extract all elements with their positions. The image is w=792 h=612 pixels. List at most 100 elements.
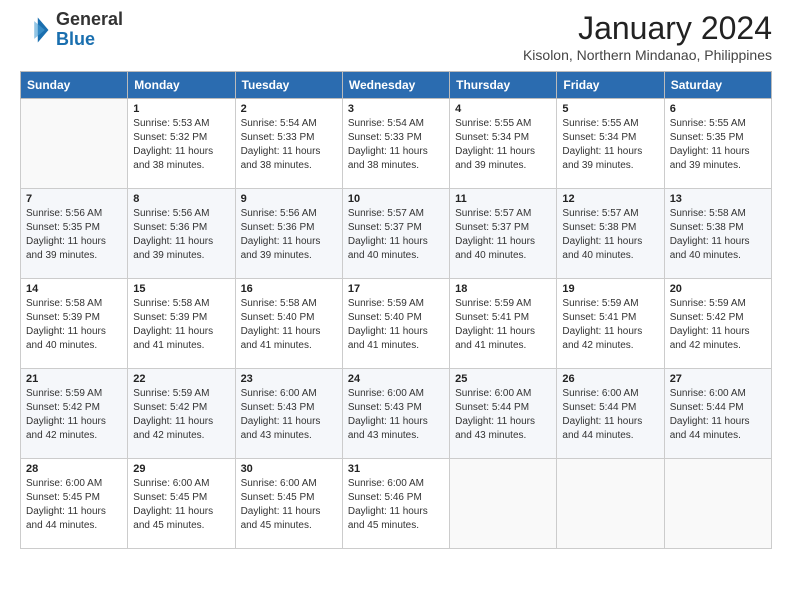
day-info: Sunrise: 5:58 AMSunset: 5:39 PMDaylight:… <box>26 297 122 353</box>
day-number: 17 <box>348 283 444 295</box>
day-number: 5 <box>562 103 658 115</box>
day-info: Sunrise: 5:59 AMSunset: 5:42 PMDaylight:… <box>26 387 122 443</box>
day-info: Sunrise: 5:59 AMSunset: 5:42 PMDaylight:… <box>133 387 229 443</box>
calendar-cell <box>557 459 664 549</box>
day-number: 14 <box>26 283 122 295</box>
day-number: 9 <box>241 193 337 205</box>
calendar-cell: 13Sunrise: 5:58 AMSunset: 5:38 PMDayligh… <box>664 189 771 279</box>
day-info: Sunrise: 6:00 AMSunset: 5:46 PMDaylight:… <box>348 477 444 533</box>
day-number: 10 <box>348 193 444 205</box>
day-number: 26 <box>562 373 658 385</box>
calendar-cell <box>21 99 128 189</box>
calendar-table: SundayMondayTuesdayWednesdayThursdayFrid… <box>20 71 772 549</box>
day-info: Sunrise: 5:56 AMSunset: 5:36 PMDaylight:… <box>133 207 229 263</box>
logo: General Blue <box>20 10 123 50</box>
calendar-cell: 31 Sunrise: 6:00 AMSunset: 5:46 PMDayligh… <box>342 459 449 549</box>
calendar-cell: 3 Sunrise: 5:54 AMSunset: 5:33 PMDaylight… <box>342 99 449 189</box>
day-info: Sunrise: 6:00 AMSunset: 5:45 PMDaylight:… <box>133 477 229 533</box>
weekday-header: Wednesday <box>342 72 449 99</box>
calendar-cell: 15 Sunrise: 5:58 AMSunset: 5:39 PMDayligh… <box>128 279 235 369</box>
day-info: Sunrise: 5:57 AMSunset: 5:37 PMDaylight:… <box>348 207 444 263</box>
day-number: 6 <box>670 103 766 115</box>
calendar-week-row: 28 Sunrise: 6:00 AMSunset: 5:45 PMDayligh… <box>21 459 772 549</box>
calendar-cell: 29 Sunrise: 6:00 AMSunset: 5:45 PMDayligh… <box>128 459 235 549</box>
calendar-cell: 5 Sunrise: 5:55 AMSunset: 5:34 PMDaylight… <box>557 99 664 189</box>
calendar-cell: 26 Sunrise: 6:00 AMSunset: 5:44 PMDayligh… <box>557 369 664 459</box>
weekday-header: Thursday <box>450 72 557 99</box>
weekday-header: Tuesday <box>235 72 342 99</box>
day-info: Sunrise: 5:57 AMSunset: 5:38 PMDaylight:… <box>562 207 658 263</box>
day-number: 16 <box>241 283 337 295</box>
day-number: 21 <box>26 373 122 385</box>
title-block: January 2024 Kisolon, Northern Mindanao,… <box>523 10 772 63</box>
day-number: 3 <box>348 103 444 115</box>
calendar-cell: 21 Sunrise: 5:59 AMSunset: 5:42 PMDayligh… <box>21 369 128 459</box>
calendar-cell: 9 Sunrise: 5:56 AMSunset: 5:36 PMDaylight… <box>235 189 342 279</box>
day-info: Sunrise: 5:59 AMSunset: 5:41 PMDaylight:… <box>562 297 658 353</box>
calendar-week-row: 21 Sunrise: 5:59 AMSunset: 5:42 PMDayligh… <box>21 369 772 459</box>
logo-text: General Blue <box>56 10 123 50</box>
day-info: Sunrise: 6:00 AMSunset: 5:45 PMDaylight:… <box>26 477 122 533</box>
day-info: Sunrise: 5:53 AMSunset: 5:32 PMDaylight:… <box>133 117 229 173</box>
day-info: Sunrise: 5:58 AMSunset: 5:39 PMDaylight:… <box>133 297 229 353</box>
day-info: Sunrise: 5:56 AMSunset: 5:36 PMDaylight:… <box>241 207 337 263</box>
day-info: Sunrise: 5:55 AMSunset: 5:34 PMDaylight:… <box>562 117 658 173</box>
day-number: 15 <box>133 283 229 295</box>
calendar-cell: 22 Sunrise: 5:59 AMSunset: 5:42 PMDayligh… <box>128 369 235 459</box>
calendar-cell: 6 Sunrise: 5:55 AMSunset: 5:35 PMDaylight… <box>664 99 771 189</box>
day-number: 28 <box>26 463 122 475</box>
day-info: Sunrise: 5:54 AMSunset: 5:33 PMDaylight:… <box>241 117 337 173</box>
page-header: General Blue January 2024 Kisolon, North… <box>20 10 772 63</box>
weekday-header: Sunday <box>21 72 128 99</box>
day-number: 7 <box>26 193 122 205</box>
calendar-cell: 27Sunrise: 6:00 AMSunset: 5:44 PMDayligh… <box>664 369 771 459</box>
day-number: 2 <box>241 103 337 115</box>
calendar-cell: 10 Sunrise: 5:57 AMSunset: 5:37 PMDayligh… <box>342 189 449 279</box>
logo-blue: Blue <box>56 30 123 50</box>
day-number: 22 <box>133 373 229 385</box>
day-number: 18 <box>455 283 551 295</box>
day-info: Sunrise: 6:00 AMSunset: 5:44 PMDaylight:… <box>670 387 766 443</box>
weekday-header: Friday <box>557 72 664 99</box>
logo-icon <box>20 14 52 46</box>
weekday-header: Saturday <box>664 72 771 99</box>
day-number: 23 <box>241 373 337 385</box>
calendar-cell: 4Sunrise: 5:55 AMSunset: 5:34 PMDaylight… <box>450 99 557 189</box>
calendar-cell: 8Sunrise: 5:56 AMSunset: 5:36 PMDaylight… <box>128 189 235 279</box>
day-info: Sunrise: 5:55 AMSunset: 5:34 PMDaylight:… <box>455 117 551 173</box>
day-number: 19 <box>562 283 658 295</box>
calendar-cell: 11 Sunrise: 5:57 AMSunset: 5:37 PMDayligh… <box>450 189 557 279</box>
day-number: 20 <box>670 283 766 295</box>
day-number: 25 <box>455 373 551 385</box>
weekday-header: Monday <box>128 72 235 99</box>
calendar-cell: 30Sunrise: 6:00 AMSunset: 5:45 PMDayligh… <box>235 459 342 549</box>
day-number: 30 <box>241 463 337 475</box>
day-number: 11 <box>455 193 551 205</box>
calendar-cell: 19 Sunrise: 5:59 AMSunset: 5:41 PMDayligh… <box>557 279 664 369</box>
day-number: 24 <box>348 373 444 385</box>
day-number: 31 <box>348 463 444 475</box>
location-title: Kisolon, Northern Mindanao, Philippines <box>523 47 772 63</box>
day-info: Sunrise: 6:00 AMSunset: 5:43 PMDaylight:… <box>348 387 444 443</box>
calendar-cell <box>450 459 557 549</box>
day-number: 12 <box>562 193 658 205</box>
calendar-cell: 20 Sunrise: 5:59 AMSunset: 5:42 PMDayligh… <box>664 279 771 369</box>
day-info: Sunrise: 5:58 AMSunset: 5:38 PMDaylight:… <box>670 207 766 263</box>
day-info: Sunrise: 5:57 AMSunset: 5:37 PMDaylight:… <box>455 207 551 263</box>
day-number: 29 <box>133 463 229 475</box>
calendar-cell: 17Sunrise: 5:59 AMSunset: 5:40 PMDayligh… <box>342 279 449 369</box>
calendar-cell <box>664 459 771 549</box>
calendar-week-row: 7 Sunrise: 5:56 AMSunset: 5:35 PMDaylight… <box>21 189 772 279</box>
day-info: Sunrise: 5:56 AMSunset: 5:35 PMDaylight:… <box>26 207 122 263</box>
calendar-cell: 7 Sunrise: 5:56 AMSunset: 5:35 PMDaylight… <box>21 189 128 279</box>
day-info: Sunrise: 6:00 AMSunset: 5:44 PMDaylight:… <box>455 387 551 443</box>
day-info: Sunrise: 6:00 AMSunset: 5:44 PMDaylight:… <box>562 387 658 443</box>
day-info: Sunrise: 5:55 AMSunset: 5:35 PMDaylight:… <box>670 117 766 173</box>
day-number: 1 <box>133 103 229 115</box>
day-info: Sunrise: 5:54 AMSunset: 5:33 PMDaylight:… <box>348 117 444 173</box>
calendar-cell: 18Sunrise: 5:59 AMSunset: 5:41 PMDayligh… <box>450 279 557 369</box>
day-info: Sunrise: 5:59 AMSunset: 5:42 PMDaylight:… <box>670 297 766 353</box>
calendar-cell: 25 Sunrise: 6:00 AMSunset: 5:44 PMDayligh… <box>450 369 557 459</box>
weekday-header-row: SundayMondayTuesdayWednesdayThursdayFrid… <box>21 72 772 99</box>
calendar-week-row: 1 Sunrise: 5:53 AMSunset: 5:32 PMDaylight… <box>21 99 772 189</box>
